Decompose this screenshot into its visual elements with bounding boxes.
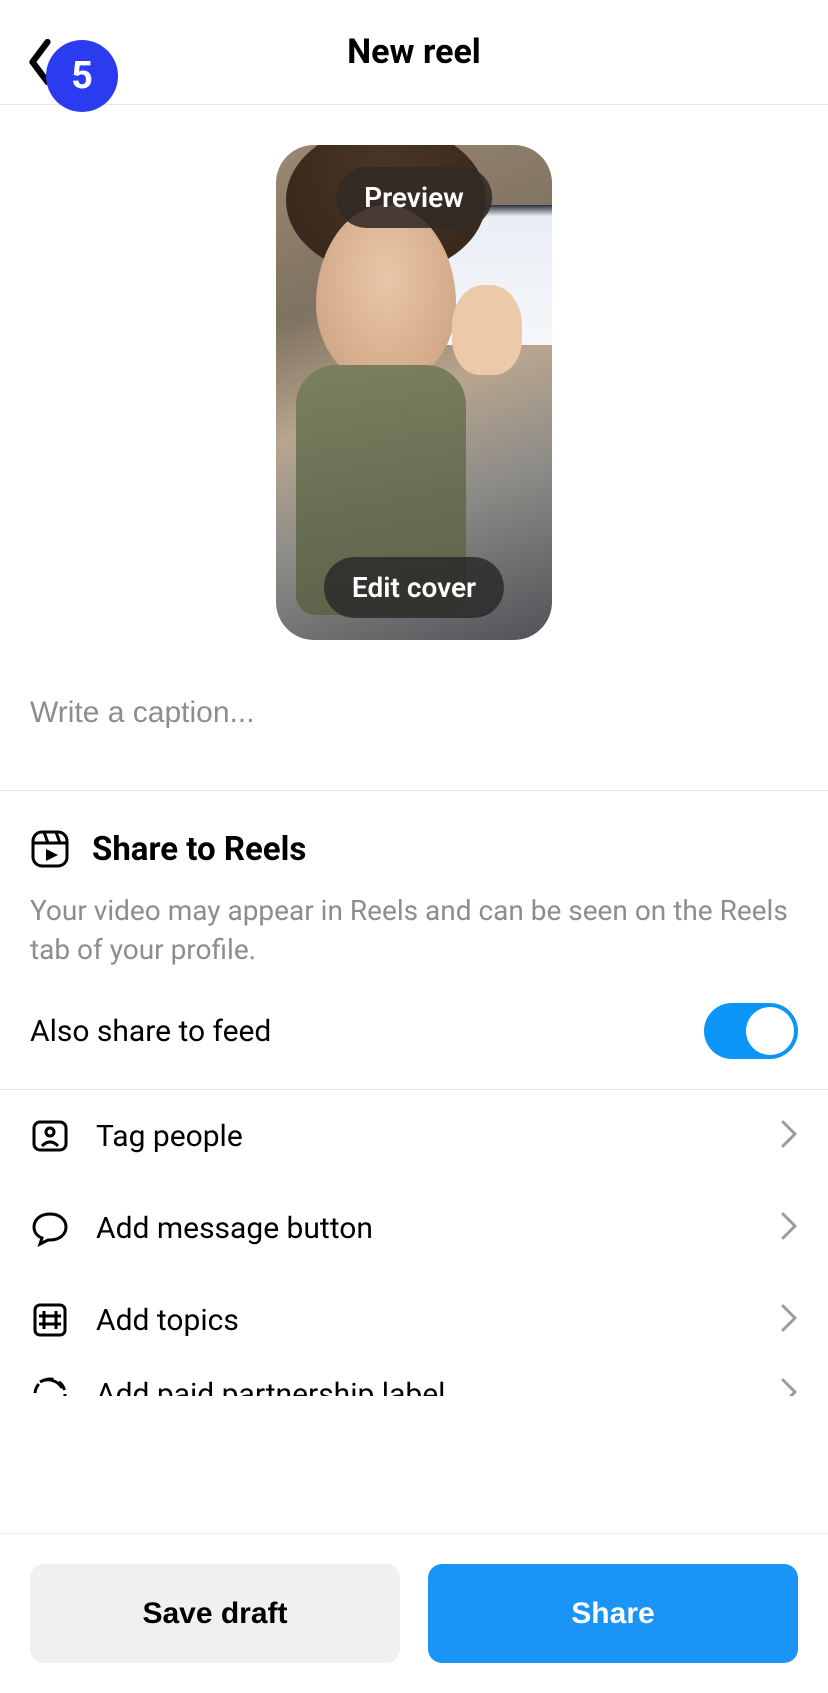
chevron-right-icon <box>780 1303 798 1337</box>
also-share-feed-row: Also share to feed <box>30 1003 798 1059</box>
also-share-feed-toggle[interactable] <box>704 1003 798 1059</box>
chevron-right-icon <box>780 1119 798 1153</box>
preview-button[interactable]: Preview <box>336 167 492 228</box>
header: New reel <box>0 0 828 105</box>
partnership-icon <box>30 1374 70 1396</box>
add-message-button-label: Add message button <box>96 1211 754 1246</box>
step-badge: 5 <box>46 40 118 112</box>
tag-people-row[interactable]: Tag people <box>0 1090 828 1182</box>
chevron-right-icon <box>780 1377 798 1396</box>
footer: Save draft Share <box>0 1533 828 1693</box>
save-draft-button[interactable]: Save draft <box>30 1564 400 1663</box>
add-paid-partnership-row[interactable]: Add paid partnership label <box>0 1366 828 1396</box>
share-to-reels-row: Share to Reels <box>30 829 798 869</box>
cover-area: Preview Edit cover <box>0 105 828 640</box>
add-topics-row[interactable]: Add topics <box>0 1274 828 1366</box>
caption-area <box>0 640 828 790</box>
page-title: New reel <box>347 32 481 72</box>
also-share-feed-label: Also share to feed <box>30 1014 271 1049</box>
message-icon <box>30 1208 70 1248</box>
edit-cover-button[interactable]: Edit cover <box>324 557 504 618</box>
toggle-knob <box>746 1007 794 1055</box>
reels-icon <box>30 829 70 869</box>
reel-cover-thumbnail[interactable]: Preview Edit cover <box>276 145 552 640</box>
share-to-reels-description: Your video may appear in Reels and can b… <box>30 891 798 969</box>
share-to-reels-label: Share to Reels <box>92 830 306 869</box>
caption-input[interactable] <box>30 696 798 730</box>
tag-people-icon <box>30 1116 70 1156</box>
options-list: Tag people Add message button Add topics <box>0 1090 828 1396</box>
share-to-reels-section: Share to Reels Your video may appear in … <box>0 791 828 1089</box>
chevron-right-icon <box>780 1211 798 1245</box>
add-message-button-row[interactable]: Add message button <box>0 1182 828 1274</box>
add-paid-partnership-label: Add paid partnership label <box>96 1377 754 1397</box>
share-button[interactable]: Share <box>428 1564 798 1663</box>
add-topics-label: Add topics <box>96 1303 754 1338</box>
tag-people-label: Tag people <box>96 1119 754 1154</box>
topics-icon <box>30 1300 70 1340</box>
